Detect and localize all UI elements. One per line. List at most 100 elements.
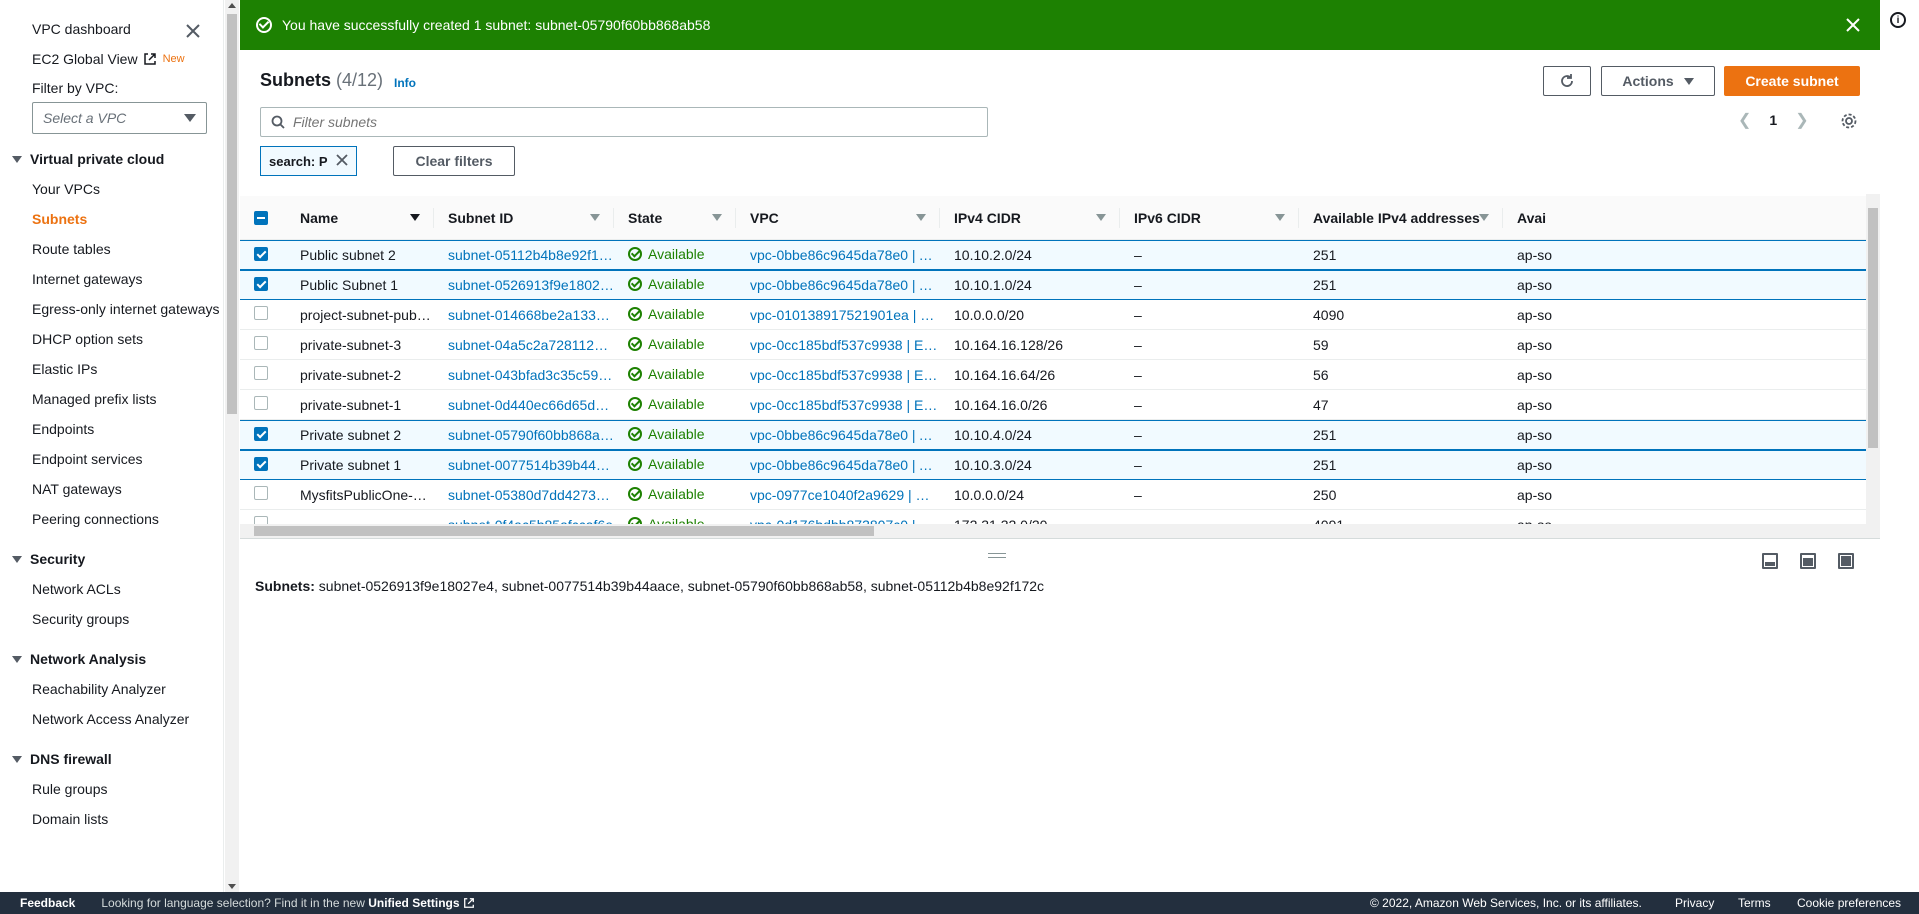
row-checkbox[interactable] [254,486,268,500]
table-row[interactable]: MysfitsPublicOne-… subnet-05380d7dd427348… [240,480,1880,510]
nav-item[interactable]: Egress-only internet gateways [0,294,223,324]
column-header[interactable]: Name [286,196,434,240]
nav-item[interactable]: Endpoints [0,414,223,444]
cell-vpc[interactable]: vpc-010138917521901ea | pr… [736,307,940,323]
settings-gear-icon[interactable] [1840,112,1858,130]
table-row[interactable]: private-subnet-2 subnet-043bfad3c35c59b32… [240,360,1880,390]
cell-vpc[interactable]: vpc-0cc185bdf537c9938 | EKS [736,397,940,413]
cell-id[interactable]: subnet-014668be2a13336a9 [434,307,614,323]
split-panel-full-icon[interactable] [1838,553,1854,569]
row-checkbox[interactable] [254,336,268,350]
split-panel-half-icon[interactable] [1800,553,1816,569]
nav-item[interactable]: Network ACLs [0,574,223,604]
row-checkbox[interactable] [254,456,268,471]
caret-down-icon [1683,77,1694,85]
table-row[interactable]: private-subnet-1 subnet-0d440ec66d65d84f9… [240,390,1880,420]
table-row[interactable]: private-subnet-3 subnet-04a5c2a7281129bd4… [240,330,1880,360]
table-row[interactable]: project-subnet-pub… subnet-014668be2a1333… [240,300,1880,330]
scrollbar-thumb[interactable] [1868,208,1878,448]
cell-vpc[interactable]: vpc-0bbe86c9645da78e0 | ASG [736,247,940,263]
unified-settings-link[interactable]: Unified Settings [368,896,459,910]
cell-id[interactable]: subnet-05790f60bb868ab58 [434,427,614,443]
clear-filters-button[interactable]: Clear filters [393,146,515,176]
info-panel-icon[interactable]: i [1890,12,1906,28]
cell-vpc[interactable]: vpc-0977ce1040f2a9629 | My… [736,487,940,503]
column-header[interactable]: Subnet ID [434,196,614,240]
column-header[interactable]: VPC [736,196,940,240]
cell-vpc[interactable]: vpc-0cc185bdf537c9938 | EKS [736,367,940,383]
cell-vpc[interactable]: vpc-0bbe86c9645da78e0 | ASG [736,277,940,293]
resize-handle[interactable] [988,553,1006,558]
feedback-link[interactable]: Feedback [20,896,75,910]
column-header[interactable]: Avai [1503,196,1724,240]
row-checkbox[interactable] [254,426,268,441]
refresh-button[interactable] [1543,66,1591,96]
terms-link[interactable]: Terms [1738,896,1771,910]
nav-section-header[interactable]: Network Analysis [0,644,223,674]
column-header[interactable]: IPv4 CIDR [940,196,1120,240]
split-panel-bottom-icon[interactable] [1762,553,1778,569]
nav-item[interactable]: Security groups [0,604,223,634]
nav-section-header[interactable]: DNS firewall [0,744,223,774]
info-link[interactable]: Info [394,76,416,90]
cell-vpc[interactable]: vpc-0bbe86c9645da78e0 | ASG [736,457,940,473]
nav-item[interactable]: Reachability Analyzer [0,674,223,704]
row-checkbox[interactable] [254,396,268,410]
cell-id[interactable]: subnet-04a5c2a7281129bd4 [434,337,614,353]
vpc-select[interactable]: Select a VPC [32,102,207,134]
cell-id[interactable]: subnet-05112b4b8e92f172c [434,247,614,263]
row-checkbox[interactable] [254,366,268,380]
nav-item[interactable]: Managed prefix lists [0,384,223,414]
table-row[interactable]: Private subnet 1 subnet-0077514b39b44aace… [240,450,1880,480]
close-navigation-button[interactable] [182,20,204,42]
scrollbar-thumb[interactable] [227,14,237,414]
nav-item[interactable]: Elastic IPs [0,354,223,384]
actions-dropdown-button[interactable]: Actions [1601,66,1715,96]
nav-section-header[interactable]: Virtual private cloud [0,144,223,174]
table-row[interactable]: Public subnet 2 subnet-05112b4b8e92f172c A… [240,240,1880,270]
cell-vpc[interactable]: vpc-0bbe86c9645da78e0 | ASG [736,427,940,443]
search-input[interactable] [293,114,973,130]
scrollbar-thumb[interactable] [254,526,874,536]
nav-ec2-global-view[interactable]: EC2 Global View New [0,44,223,74]
nav-item[interactable]: DHCP option sets [0,324,223,354]
cookie-preferences-link[interactable]: Cookie preferences [1797,896,1901,910]
table-row[interactable]: Public Subnet 1 subnet-0526913f9e18027e4 A… [240,270,1880,300]
select-all-checkbox[interactable] [254,210,268,225]
row-checkbox[interactable] [254,276,268,291]
row-checkbox[interactable] [254,306,268,320]
table-horizontal-scrollbar[interactable] [240,524,1880,538]
nav-item[interactable]: Subnets [0,204,223,234]
nav-item[interactable]: Peering connections [0,504,223,534]
row-checkbox[interactable] [254,246,268,261]
nav-item[interactable]: NAT gateways [0,474,223,504]
nav-item[interactable]: Your VPCs [0,174,223,204]
cell-id[interactable]: subnet-0d440ec66d65d84f9 [434,397,614,413]
privacy-link[interactable]: Privacy [1675,896,1714,910]
cell-vpc[interactable]: vpc-0cc185bdf537c9938 | EKS [736,337,940,353]
sidebar-scrollbar[interactable] [225,0,239,892]
previous-page-button[interactable]: ❮ [1738,110,1751,130]
table-vertical-scrollbar[interactable] [1866,194,1880,524]
nav-section-header[interactable]: Security [0,544,223,574]
table-row[interactable]: Private subnet 2 subnet-05790f60bb868ab58… [240,420,1880,450]
column-header[interactable]: State [614,196,736,240]
nav-item[interactable]: Internet gateways [0,264,223,294]
filter-subnets-search[interactable] [260,107,988,137]
column-header[interactable]: IPv6 CIDR [1120,196,1299,240]
cell-id[interactable]: subnet-05380d7dd427348da [434,487,614,503]
cell-id[interactable]: subnet-0526913f9e18027e4 [434,277,614,293]
remove-filter-button[interactable] [335,153,348,169]
create-subnet-button[interactable]: Create subnet [1724,66,1860,96]
next-page-button[interactable]: ❯ [1795,110,1808,130]
nav-item[interactable]: Endpoint services [0,444,223,474]
dismiss-flash-button[interactable] [1842,14,1864,36]
cell-id[interactable]: subnet-0077514b39b44aace [434,457,614,473]
cell-id[interactable]: subnet-043bfad3c35c59b32 [434,367,614,383]
current-page[interactable]: 1 [1769,112,1777,128]
nav-item[interactable]: Network Access Analyzer [0,704,223,734]
nav-item[interactable]: Rule groups [0,774,223,804]
nav-item[interactable]: Domain lists [0,804,223,834]
column-header[interactable]: Available IPv4 addresses [1299,196,1503,240]
nav-item[interactable]: Route tables [0,234,223,264]
